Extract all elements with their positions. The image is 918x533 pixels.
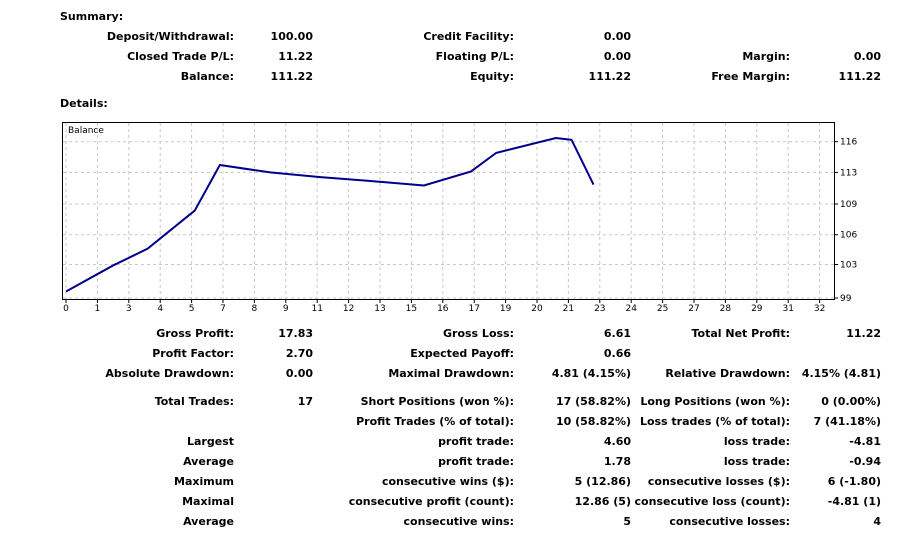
short-positions-value: 17 (58.82%): [555, 395, 631, 408]
avg-cons-wins-label: consecutive wins:: [403, 515, 514, 528]
x-tick-label: 5: [189, 304, 195, 314]
x-tick-label: 29: [751, 304, 763, 314]
net-profit-value: 11.22: [846, 327, 881, 340]
y-tick-label: 103: [840, 261, 857, 271]
avg-cons-losses-label: consecutive losses:: [669, 515, 790, 528]
balance-series-line: [65, 136, 595, 293]
maximum-label: Maximum: [174, 475, 234, 488]
chart-grid: [63, 123, 834, 299]
y-tick-label: 106: [840, 231, 857, 241]
x-tick-label: 0: [63, 304, 69, 314]
x-tick-label: 23: [594, 304, 605, 314]
x-tick-label: 4: [157, 304, 163, 314]
x-tick-label: 12: [343, 304, 354, 314]
largest-profit-label: profit trade:: [438, 435, 514, 448]
maximal-label: Maximal: [182, 495, 234, 508]
average-profit-label: profit trade:: [438, 455, 514, 468]
y-tick-label: 99: [840, 294, 852, 304]
x-axis-ticks: 0 1 3 4 5 7 8 9 11 12 13 15 16 17 19 20 21 23 24 25 27 28 29 31…: [63, 299, 825, 314]
largest-label: Largest: [187, 435, 234, 448]
max-cons-wins-label: consecutive wins ($):: [381, 475, 514, 488]
total-trades-value: 17: [297, 395, 313, 408]
maximal-cons-profit-label: consecutive profit (count):: [348, 495, 514, 508]
max-cons-losses-label: consecutive losses ($):: [647, 475, 790, 488]
x-tick-label: 15: [406, 304, 417, 314]
net-profit-label: Total Net Profit:: [691, 327, 791, 340]
long-positions-label: Long Positions (won %):: [640, 395, 790, 408]
balance-chart-svg: Balance 0 1 3 4 5 7 8 9 11 12 13 15 16 17 19 20 21 23 24 25…: [63, 123, 857, 314]
y-tick-label: 113: [840, 168, 857, 178]
gross-profit-value: 17.83: [278, 327, 313, 340]
average-profit-value: 1.78: [603, 455, 631, 468]
relative-drawdown-label: Relative Drawdown:: [665, 367, 790, 380]
x-tick-label: 32: [814, 304, 825, 314]
chart-title: Balance: [68, 126, 104, 136]
profit-trades-label: Profit Trades (% of total):: [356, 415, 514, 428]
average2-label: Average: [183, 515, 234, 528]
x-tick-label: 11: [311, 304, 322, 314]
total-trades-label: Total Trades:: [154, 395, 234, 408]
y-axis-ticks: 99 103 106 109 113 116: [834, 138, 857, 304]
x-tick-label: 3: [126, 304, 132, 314]
absolute-drawdown-value: 0.00: [285, 367, 313, 380]
maximal-cons-profit-value: 12.86 (5): [574, 495, 631, 508]
y-tick-label: 109: [840, 200, 857, 210]
y-tick-label: 116: [840, 138, 857, 148]
maximal-cons-loss-value: -4.81 (1): [827, 495, 881, 508]
avg-cons-wins-value: 5: [623, 515, 631, 528]
x-tick-label: 20: [531, 304, 543, 314]
x-tick-label: 9: [283, 304, 289, 314]
maximal-drawdown-value: 4.81 (4.15%): [551, 367, 631, 380]
x-tick-label: 25: [657, 304, 668, 314]
profit-factor-value: 2.70: [285, 347, 313, 360]
gross-loss-label: Gross Loss:: [443, 327, 514, 340]
long-positions-value: 0 (0.00%): [821, 395, 881, 408]
gross-loss-value: 6.61: [603, 327, 631, 340]
max-cons-losses-value: 6 (-1.80): [827, 475, 881, 488]
x-tick-label: 13: [374, 304, 385, 314]
expected-payoff-value: 0.66: [603, 347, 631, 360]
x-tick-label: 19: [500, 304, 512, 314]
largest-profit-value: 4.60: [603, 435, 631, 448]
loss-trades-value: 7 (41.18%): [813, 415, 881, 428]
profit-factor-label: Profit Factor:: [152, 347, 234, 360]
expected-payoff-label: Expected Payoff:: [410, 347, 514, 360]
x-tick-label: 8: [252, 304, 258, 314]
relative-drawdown-value: 4.15% (4.81): [801, 367, 881, 380]
max-cons-wins-value: 5 (12.86): [574, 475, 631, 488]
average-loss-label: loss trade:: [723, 455, 790, 468]
x-tick-label: 16: [437, 304, 449, 314]
largest-loss-label: loss trade:: [723, 435, 790, 448]
average-label: Average: [183, 455, 234, 468]
absolute-drawdown-label: Absolute Drawdown:: [105, 367, 234, 380]
gross-profit-label: Gross Profit:: [156, 327, 234, 340]
x-tick-label: 31: [782, 304, 793, 314]
largest-loss-value: -4.81: [849, 435, 881, 448]
profit-trades-value: 10 (58.82%): [555, 415, 631, 428]
x-tick-label: 24: [625, 304, 637, 314]
average-loss-value: -0.94: [849, 455, 881, 468]
x-tick-label: 28: [720, 304, 732, 314]
loss-trades-label: Loss trades (% of total):: [639, 415, 790, 428]
x-tick-label: 7: [220, 304, 226, 314]
x-tick-label: 21: [563, 304, 574, 314]
short-positions-label: Short Positions (won %):: [360, 395, 514, 408]
avg-cons-losses-value: 4: [873, 515, 881, 528]
maximal-cons-loss-label: consecutive loss (count):: [634, 495, 790, 508]
x-tick-label: 17: [468, 304, 479, 314]
x-tick-label: 27: [688, 304, 699, 314]
maximal-drawdown-label: Maximal Drawdown:: [388, 367, 514, 380]
x-tick-label: 1: [95, 304, 101, 314]
